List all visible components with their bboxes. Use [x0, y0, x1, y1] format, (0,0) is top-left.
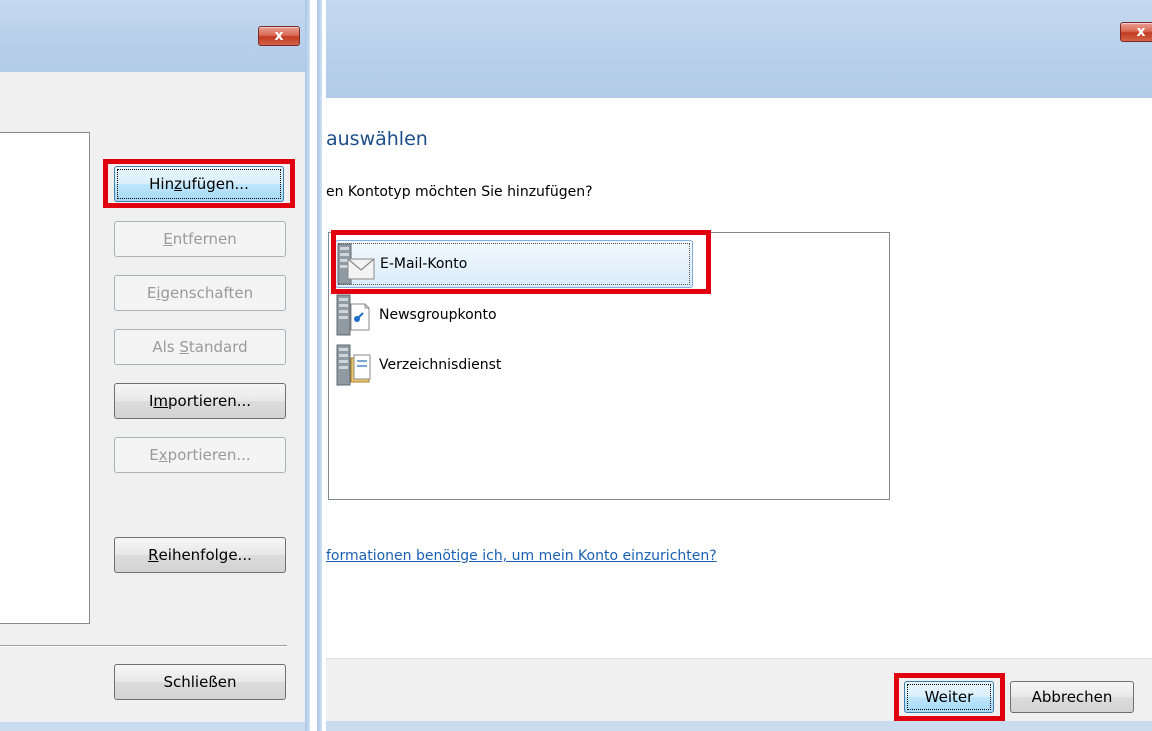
cancel-button[interactable]: Abbrechen [1010, 681, 1134, 713]
right-titlebar [326, 0, 1152, 98]
directory-server-icon [335, 342, 375, 388]
account-type-list[interactable]: E-Mail-Konto Newsgroupkonto Verzeichnisd… [328, 232, 890, 500]
account-type-email[interactable]: E-Mail-Konto [335, 240, 693, 288]
add-account-dialog: x auswählen en Kontotyp möchten Sie hinz… [326, 0, 1152, 731]
close-icon: x [1136, 24, 1146, 40]
account-list[interactable] [0, 132, 90, 624]
close-button[interactable]: Schließen [114, 664, 286, 700]
close-icon: x [274, 28, 284, 44]
export-button[interactable]: Ex portieren... [114, 437, 286, 473]
question-text: en Kontotyp möchten Sie hinzufügen? [326, 184, 593, 200]
right-close-button[interactable]: x [1120, 22, 1152, 42]
newsgroup-server-icon [335, 292, 375, 338]
help-link[interactable]: formationen benötige ich, um mein Konto … [326, 548, 717, 564]
separator [0, 645, 287, 647]
account-type-newsgroup[interactable]: Newsgroupkonto [335, 291, 693, 339]
right-window-frame-edge [317, 0, 322, 731]
email-server-icon [336, 241, 376, 287]
properties-button[interactable]: Ei genschaften [114, 275, 286, 311]
remove-button[interactable]: Entfernen [114, 221, 286, 257]
next-button[interactable]: Weiter [904, 681, 994, 713]
set-default-button[interactable]: Als Standard [114, 329, 286, 365]
window-frame-bottom [326, 721, 1152, 731]
account-type-directory[interactable]: Verzeichnisdienst [335, 341, 693, 389]
import-button[interactable]: Im portieren... [114, 383, 286, 419]
order-button[interactable]: Reihenfolge... [114, 537, 286, 573]
left-window-frame-edge [305, 0, 310, 731]
page-title: auswählen [326, 128, 428, 150]
window-frame-bottom [0, 722, 310, 731]
add-button[interactable]: Hin z ufügen... [114, 166, 284, 202]
account-settings-dialog: x Hin z ufügen... Entfernen Ei genschaften … [0, 0, 310, 731]
left-close-button[interactable]: x [258, 26, 300, 46]
